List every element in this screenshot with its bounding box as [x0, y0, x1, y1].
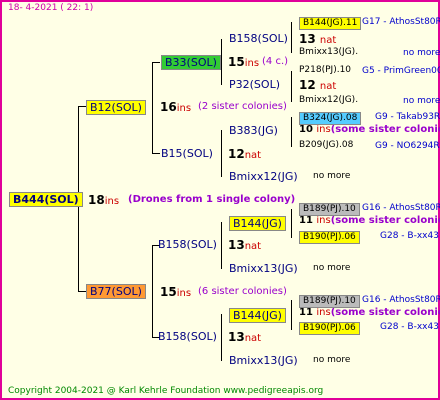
- queen-gen3-0[interactable]: B158(SOL): [229, 33, 288, 44]
- gen3-count: 12 nat: [299, 78, 337, 92]
- gen4-right: G5 - PrimGreen00: [362, 66, 440, 76]
- gen4-right: G16 - AthosSt80R: [362, 203, 440, 213]
- no-more-label: no more: [313, 355, 351, 365]
- gen1-count: 15ins: [160, 285, 192, 299]
- gen4-right: no more: [403, 96, 440, 106]
- connector: [152, 62, 160, 63]
- queen-gen4-2[interactable]: P218(PJ).10: [299, 66, 351, 75]
- copyright-footer: Copyright 2004-2021 @ Karl Kehrle Founda…: [8, 386, 324, 396]
- root-count: 18ins: [88, 193, 120, 207]
- queen-gen4-4[interactable]: B324(JG).08: [299, 112, 362, 125]
- queen-gen2-2[interactable]: B158(SOL): [158, 239, 217, 250]
- connector: [221, 130, 222, 177]
- connector: [221, 314, 222, 361]
- queen-gen4-1[interactable]: Bmixx13(JG).: [299, 48, 358, 57]
- queen-gen4-5[interactable]: B209(JG).08: [299, 141, 353, 150]
- queen-gen1-0[interactable]: B12(SOL): [86, 100, 146, 115]
- queen-gen4-3[interactable]: Bmixx12(JG).: [299, 96, 358, 105]
- no-more-label: no more: [313, 171, 351, 181]
- no-more-label: no more: [313, 263, 351, 273]
- connector: [291, 300, 292, 330]
- queen-gen2-0[interactable]: B33(SOL): [161, 55, 221, 70]
- gen4-right: G28 - B-xx43: [380, 231, 439, 241]
- queen-gen2-3[interactable]: B158(SOL): [158, 331, 217, 342]
- queen-gen3-7[interactable]: Bmixx13(JG): [229, 355, 298, 366]
- gen3-count: 10 ins(some sister colonies): [299, 124, 440, 135]
- connector: [291, 71, 292, 102]
- gen4-right: no more: [403, 48, 440, 58]
- connector: [291, 209, 292, 238]
- connector: [152, 62, 153, 154]
- gen2-note: (4 c.): [262, 56, 289, 67]
- queen-gen3-1[interactable]: P32(SOL): [229, 79, 280, 90]
- queen-root[interactable]: B444(SOL): [9, 192, 83, 207]
- queen-gen4-7[interactable]: B190(PJ).06: [299, 231, 360, 244]
- root-note: (Drones from 1 single colony): [128, 194, 296, 205]
- gen2-count: 13nat: [228, 330, 262, 344]
- queen-gen4-6[interactable]: B189(PJ).10: [299, 203, 360, 216]
- queen-gen3-2[interactable]: B383(JG): [229, 125, 278, 136]
- gen4-right: G17 - AthosSt80R: [362, 17, 440, 27]
- gen2-count: 13nat: [228, 238, 262, 252]
- queen-gen3-6[interactable]: B144(JG): [229, 308, 286, 323]
- connector: [221, 39, 222, 85]
- gen2-count: 12nat: [228, 147, 262, 161]
- gen4-right: G16 - AthosSt80R: [362, 295, 440, 305]
- date-header: 18- 4-2021 ( 22: 1): [8, 3, 94, 13]
- connector: [78, 291, 86, 292]
- queen-gen3-4[interactable]: B144(JG): [229, 216, 286, 231]
- queen-gen4-8[interactable]: B189(PJ).10: [299, 295, 360, 308]
- gen1-note: (6 sister colonies): [198, 286, 287, 297]
- gen4-right: G9 - NO6294R: [375, 141, 440, 151]
- connector: [221, 222, 222, 269]
- connector: [291, 22, 292, 53]
- connector: [291, 117, 292, 147]
- queen-gen1-1[interactable]: B77(SOL): [86, 284, 146, 299]
- gen1-count: 16ins: [160, 100, 192, 114]
- queen-gen3-3[interactable]: Bmixx12(JG): [229, 171, 298, 182]
- queen-gen3-5[interactable]: Bmixx13(JG): [229, 263, 298, 274]
- queen-gen4-9[interactable]: B190(PJ).06: [299, 322, 360, 335]
- gen3-count: 11 ins(some sister colonies): [299, 215, 440, 226]
- gen1-note: (2 sister colonies): [198, 101, 287, 112]
- connector: [78, 106, 86, 107]
- gen2-count: 15ins: [228, 55, 260, 69]
- gen4-right: G28 - B-xx43: [380, 322, 439, 332]
- connector: [152, 153, 160, 154]
- queen-gen4-0[interactable]: B144(JG).11: [299, 17, 362, 30]
- gen3-count: 13 nat: [299, 32, 337, 46]
- queen-gen2-1[interactable]: B15(SOL): [161, 148, 213, 159]
- connector: [152, 245, 153, 337]
- gen4-right: G9 - Takab93R: [375, 112, 440, 122]
- gen3-count: 11 ins(some sister colonies): [299, 307, 440, 318]
